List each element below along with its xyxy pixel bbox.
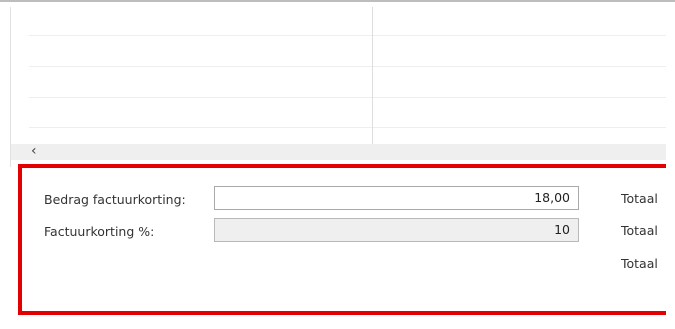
grid-row-line xyxy=(29,35,666,36)
total-label-3: Totaal xyxy=(621,256,658,271)
horizontal-scrollbar[interactable]: ‹ xyxy=(11,143,666,160)
grid-column-divider xyxy=(372,7,373,144)
window-clip-edge xyxy=(666,7,675,329)
top-divider xyxy=(0,0,675,2)
invoice-discount-amount-input[interactable]: 18,00 xyxy=(214,186,579,210)
total-label-2: Totaal xyxy=(621,223,658,238)
total-label-1: Totaal xyxy=(621,191,658,206)
grid-row-line xyxy=(29,66,666,67)
invoice-discount-amount-label: Bedrag factuurkorting: xyxy=(44,192,186,207)
grid-row-line xyxy=(29,127,666,128)
invoice-discount-percent-field: 10 xyxy=(214,218,579,242)
invoice-discount-percent-label: Factuurkorting %: xyxy=(44,224,155,239)
grid-row-line xyxy=(29,97,666,98)
lines-grid xyxy=(11,7,666,144)
chevron-left-icon[interactable]: ‹ xyxy=(31,143,37,159)
